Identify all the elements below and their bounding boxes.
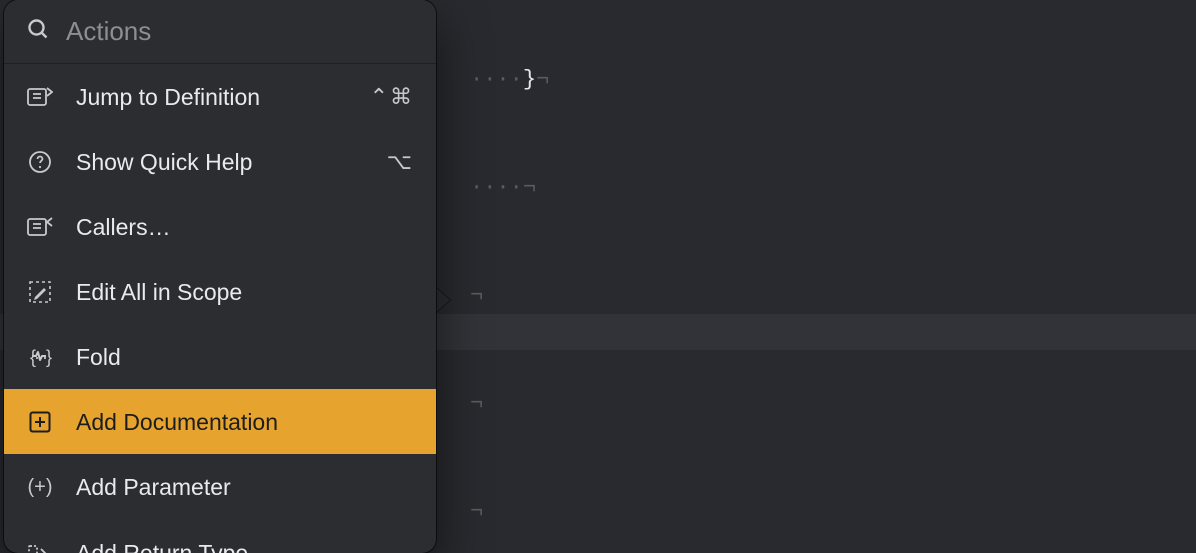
menu-item-shortcut: ⌃⌘ [370,84,414,110]
menu-item-label: Jump to Definition [76,84,348,111]
menu-item-label: Show Quick Help [76,149,365,176]
actions-search-input[interactable] [66,16,414,47]
add-param-icon: (+) [26,476,54,499]
code-line: ¬ [470,278,1196,314]
menu-item-label: Add Return Type [76,540,414,553]
menu-item-label: Add Documentation [76,409,414,436]
menu-item-label: Edit All in Scope [76,279,414,306]
callers-icon [26,216,54,238]
add-doc-icon [26,411,54,433]
add-return-icon [26,544,54,553]
edit-scope-icon [26,280,54,304]
popover-arrow [434,286,450,314]
code-line: ····}¬ [470,62,1196,98]
menu-item-jump-to-definition[interactable]: Jump to Definition ⌃⌘ [4,64,436,129]
actions-search-row [4,0,436,64]
fold-icon: {···} [26,347,54,368]
menu-item-label: Fold [76,344,414,371]
code-area[interactable]: ····}¬ ····¬ ¬ ¬ ¬ /// Description ¬ ///… [470,0,1196,553]
code-line: ¬ [470,494,1196,530]
menu-item-add-documentation[interactable]: Add Documentation [4,389,436,454]
menu-item-add-parameter[interactable]: (+) Add Parameter [4,454,436,519]
menu-item-shortcut: ⌥ [387,149,414,175]
search-icon [26,17,50,46]
menu-item-callers[interactable]: Callers… [4,194,436,259]
code-line: ····¬ [470,170,1196,206]
menu-item-label: Add Parameter [76,474,414,501]
code-line: ¬ [470,386,1196,422]
help-icon [26,150,54,174]
actions-menu: Jump to Definition ⌃⌘ Show Quick Help ⌥ [4,64,436,553]
menu-item-fold[interactable]: {···} Fold [4,324,436,389]
menu-item-show-quick-help[interactable]: Show Quick Help ⌥ [4,129,436,194]
menu-item-edit-all-in-scope[interactable]: Edit All in Scope [4,259,436,324]
actions-popover: Jump to Definition ⌃⌘ Show Quick Help ⌥ [4,0,436,553]
jump-icon [26,86,54,108]
menu-item-label: Callers… [76,214,414,241]
menu-item-add-return-type[interactable]: Add Return Type [4,519,436,553]
